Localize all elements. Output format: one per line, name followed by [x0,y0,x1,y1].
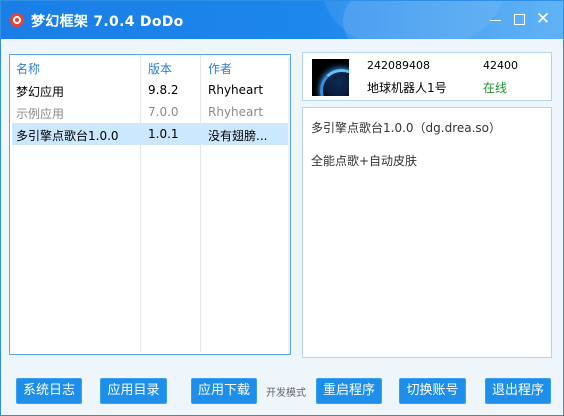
plugin-name: 示例应用 [16,107,65,121]
plugin-author: Rhyheart [208,105,264,119]
column-header-name[interactable]: 名称 [16,60,40,77]
title-bar[interactable]: 梦幻框架 7.0.4 DoDo ✕ [1,1,563,39]
app-catalog-button[interactable]: 应用目录 [100,378,167,404]
main-window: 梦幻框架 7.0.4 DoDo ✕ 名称 版本 作者 梦幻应用 9.8.2 Rh… [0,0,564,416]
plugin-list[interactable]: 名称 版本 作者 梦幻应用 9.8.2 Rhyheart 示例应用 7.0.0 … [9,54,291,355]
scrollbar[interactable] [288,57,290,354]
close-icon: ✕ [535,9,551,29]
plugin-version: 1.0.1 [148,127,179,141]
account-number: 42400 [483,59,518,72]
plugin-author: Rhyheart [208,83,264,97]
minimize-icon [489,20,501,21]
status-badge: 在线 [483,81,508,95]
list-item[interactable]: 示例应用 7.0.0 Rhyheart [12,101,288,123]
exit-button[interactable]: 退出程序 [485,378,551,404]
switch-account-button[interactable]: 切换账号 [399,378,466,404]
account-card: 242089408 42400 地球机器人1号 在线 [302,52,552,101]
maximize-icon [513,14,525,25]
close-button[interactable]: ✕ [535,9,551,29]
restart-button[interactable]: 重启程序 [316,378,382,404]
list-item[interactable]: 多引擎点歌台1.0.0 1.0.1 没有翅膀... [12,123,288,145]
plugin-version: 9.8.2 [148,83,179,97]
maximize-button[interactable] [511,11,527,27]
account-name: 地球机器人1号 [367,81,447,95]
app-logo-icon [10,13,24,27]
plugin-name: 梦幻应用 [16,85,65,99]
plugin-info-title: 多引擎点歌台1.0.0（dg.drea.so） [311,121,502,135]
plugin-version: 7.0.0 [148,105,179,119]
window-title: 梦幻框架 7.0.4 DoDo [31,14,184,30]
list-item[interactable]: 梦幻应用 9.8.2 Rhyheart [12,79,288,101]
system-log-button[interactable]: 系统日志 [16,378,82,404]
minimize-button[interactable] [487,11,503,27]
plugin-info-panel: 多引擎点歌台1.0.0（dg.drea.so） 全能点歌+自动皮肤 [302,107,552,358]
plugin-author: 没有翅膀... [208,129,268,143]
plugin-name: 多引擎点歌台1.0.0 [16,129,119,143]
avatar[interactable] [312,59,349,96]
plugin-info-description: 全能点歌+自动皮肤 [311,154,418,168]
dev-mode-label[interactable]: 开发模式 [266,384,306,399]
app-download-button[interactable]: 应用下载 [191,378,257,404]
column-header-version[interactable]: 版本 [148,60,172,77]
column-header-author[interactable]: 作者 [208,60,232,77]
title-bar-decoration [323,1,503,39]
list-header: 名称 版本 作者 [12,57,288,77]
account-id: 242089408 [367,59,430,72]
